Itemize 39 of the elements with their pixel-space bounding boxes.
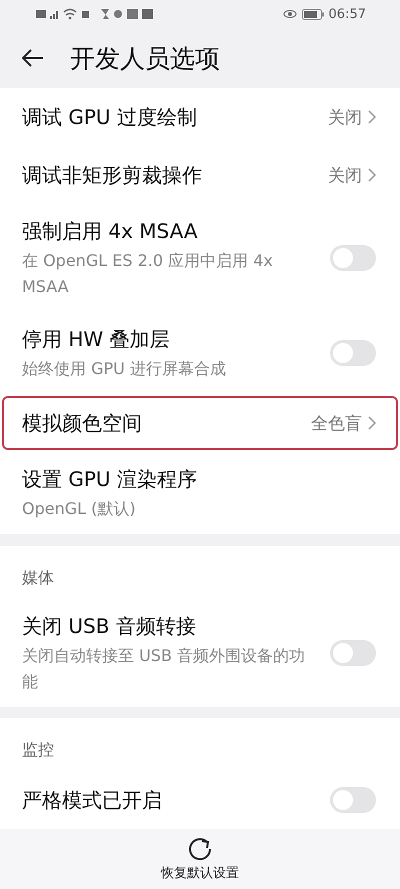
- setting-title: 严格模式已开启: [22, 787, 162, 814]
- setting-value: 关闭: [328, 164, 362, 187]
- page-title: 开发人员选项: [70, 42, 220, 75]
- setting-description: 始终使用 GPU 进行屏幕合成: [22, 358, 226, 380]
- clock-time: 06:57: [328, 6, 366, 22]
- setting-row[interactable]: 调试 GPU 过度绘制 关闭: [0, 88, 400, 146]
- setting-title: 设置 GPU 渲染程序: [22, 466, 197, 494]
- toggle-switch[interactable]: [330, 340, 376, 366]
- setting-row[interactable]: 调试非矩形剪裁操作 关闭: [0, 146, 400, 204]
- refresh-icon: [187, 836, 213, 862]
- setting-title: 强制启用 4x MSAA: [22, 218, 199, 246]
- setting-title: 模拟颜色空间: [22, 410, 142, 438]
- setting-value: 全色盲: [311, 412, 362, 435]
- setting-title: 调试非矩形剪裁操作: [22, 162, 202, 190]
- chevron-right-icon: [368, 168, 376, 182]
- chevron-right-icon: [368, 110, 376, 124]
- toggle-switch[interactable]: [330, 245, 376, 272]
- restore-defaults-button[interactable]: 恢复默认设置: [161, 836, 239, 882]
- setting-title: 关闭 USB 音频转接: [22, 612, 197, 640]
- setting-title: 调试 GPU 过度绘制: [22, 104, 197, 132]
- toggle-switch[interactable]: [330, 640, 376, 666]
- setting-description: 在 OpenGL ES 2.0 应用中启用 4x MSAA: [22, 250, 274, 298]
- eye-icon: [282, 9, 297, 20]
- chevron-right-icon: [368, 416, 376, 430]
- setting-description: OpenGL (默认): [22, 498, 137, 520]
- setting-value: 关闭: [328, 106, 362, 129]
- setting-row[interactable]: 关闭 USB 音频转接 关闭自动转接至 USB 音频外围设备的功能: [0, 598, 400, 707]
- setting-row[interactable]: 模拟颜色空间 全色盲: [0, 394, 400, 452]
- setting-description: 关闭自动转接至 USB 音频外围设备的功能: [22, 644, 306, 693]
- setting-row[interactable]: 设置 GPU 渲染程序 OpenGL (默认): [0, 452, 400, 534]
- battery-icon: [302, 8, 324, 20]
- setting-row[interactable]: 停用 HW 叠加层 始终使用 GPU 进行屏幕合成: [0, 312, 400, 394]
- section-header: 监控: [21, 739, 55, 761]
- setting-row[interactable]: 严格模式已开启: [0, 771, 400, 829]
- setting-title: 停用 HW 叠加层: [22, 326, 171, 354]
- setting-row[interactable]: 强制启用 4x MSAA 在 OpenGL ES 2.0 应用中启用 4x MSAA: [0, 204, 400, 312]
- toggle-switch[interactable]: [330, 787, 376, 813]
- section-header: 媒体: [21, 566, 55, 589]
- back-arrow-icon[interactable]: [22, 49, 44, 68]
